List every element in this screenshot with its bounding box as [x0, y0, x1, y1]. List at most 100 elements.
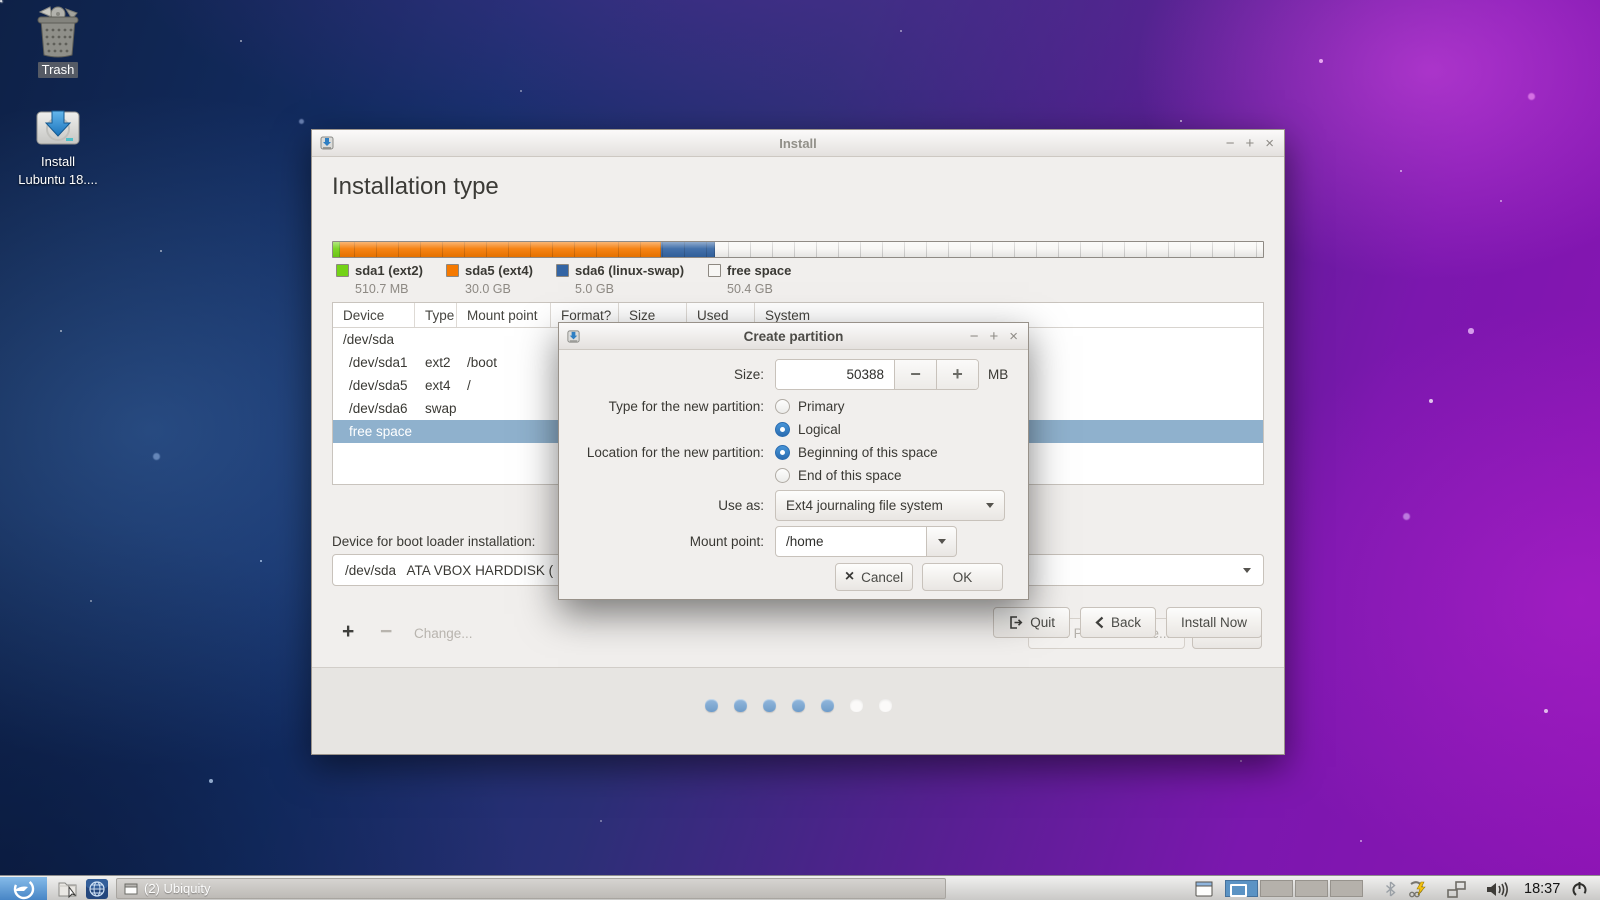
cancel-button[interactable]: × Cancel — [835, 563, 913, 591]
progress-dot — [792, 699, 805, 712]
workspace-pager[interactable] — [1225, 880, 1363, 897]
chevron-down-icon — [938, 539, 946, 544]
bluetooth-tray[interactable] — [1382, 878, 1398, 900]
dialog-close-icon[interactable]: × — [1009, 329, 1018, 344]
legend-sda6-size: 5.0 GB — [575, 282, 614, 296]
stars-layer-2 — [0, 0, 3, 3]
power-icon — [1571, 881, 1588, 898]
partition-bar — [332, 241, 1264, 258]
remove-partition-button[interactable]: − — [380, 620, 392, 644]
dialog-minimize-icon[interactable]: − — [970, 329, 979, 344]
desktop-icon-trash[interactable]: Trash — [10, 5, 106, 79]
size-decrement-button[interactable]: − — [894, 360, 936, 389]
size-increment-button[interactable]: + — [936, 360, 978, 389]
speaker-icon — [1486, 881, 1510, 898]
folder-icon — [57, 879, 79, 899]
chevron-down-icon — [986, 503, 994, 508]
radio-beginning[interactable] — [775, 445, 790, 460]
back-chevron-icon — [1095, 616, 1104, 629]
workspace-2[interactable] — [1260, 880, 1293, 897]
radio-logical[interactable] — [775, 422, 790, 437]
minimize-icon[interactable]: − — [1226, 136, 1235, 151]
change-button[interactable]: Change... — [414, 626, 473, 641]
legend-sda6: sda6 (linux-swap) — [556, 263, 684, 278]
dialog-titlebar[interactable]: Create partition − + × — [559, 323, 1028, 350]
install-drive-icon — [33, 103, 83, 151]
trash-label: Trash — [38, 62, 79, 78]
install-now-button[interactable]: Install Now — [1166, 607, 1262, 638]
taskbar-window-label: (2) Ubiquity — [144, 881, 210, 896]
install-label-line1: Install — [37, 154, 79, 170]
use-as-select[interactable]: Ext4 journaling file system — [775, 490, 1005, 521]
maximize-icon[interactable]: + — [1245, 136, 1254, 151]
window-title: Install — [312, 136, 1284, 151]
bluetooth-icon — [1385, 881, 1396, 897]
volume-tray[interactable] — [1484, 878, 1512, 900]
radio-end-label[interactable]: End of this space — [798, 468, 902, 483]
workspace-4[interactable] — [1330, 880, 1363, 897]
desktop-icon-install[interactable]: Install Lubuntu 18.... — [10, 103, 106, 189]
trash-icon — [32, 5, 84, 59]
location-label: Location for the new partition: — [559, 445, 764, 460]
ok-button[interactable]: OK — [922, 563, 1003, 591]
radio-beginning-label[interactable]: Beginning of this space — [798, 445, 938, 460]
size-unit-label: MB — [988, 367, 1008, 382]
power-manager-tray[interactable] — [1406, 878, 1430, 900]
progress-dot — [734, 699, 747, 712]
radio-end[interactable] — [775, 468, 790, 483]
size-spinbox: 50388 − + — [775, 359, 979, 390]
mount-point-input[interactable]: /home — [775, 526, 927, 557]
file-manager-launcher[interactable] — [55, 878, 81, 900]
lubuntu-logo-icon — [7, 878, 41, 900]
progress-dot — [850, 699, 863, 712]
legend-color-chip — [556, 264, 569, 277]
type-label: Type for the new partition: — [559, 399, 764, 414]
install-label-line2: Lubuntu 18.... — [14, 172, 102, 188]
radio-primary[interactable] — [775, 399, 790, 414]
network-icon — [1447, 881, 1466, 898]
workspace-3[interactable] — [1295, 880, 1328, 897]
window-titlebar[interactable]: Install − + × — [312, 130, 1284, 157]
legend-sda5-size: 30.0 GB — [465, 282, 511, 296]
show-desktop-button[interactable] — [1192, 878, 1216, 900]
dialog-maximize-icon[interactable]: + — [989, 329, 998, 344]
bootloader-label: Device for boot loader installation: — [332, 534, 535, 549]
col-type[interactable]: Type — [415, 303, 457, 327]
use-as-value: Ext4 journaling file system — [786, 498, 943, 513]
size-input[interactable]: 50388 — [776, 360, 894, 389]
workspace-1[interactable] — [1225, 880, 1258, 897]
quit-button[interactable]: Quit — [993, 607, 1070, 638]
progress-dot — [763, 699, 776, 712]
start-menu-button[interactable] — [0, 877, 47, 900]
mount-point-dropdown-button[interactable] — [927, 526, 957, 557]
add-partition-button[interactable]: + — [342, 620, 354, 644]
wizard-footer — [312, 667, 1284, 754]
legend-color-chip — [336, 264, 349, 277]
legend-free-space: free space — [708, 263, 791, 278]
cancel-x-icon: × — [845, 570, 854, 584]
taskbar: (2) Ubiquity — [0, 875, 1600, 900]
bootloader-device-value: /dev/sda ATA VBOX HARDDISK ( — [345, 563, 553, 578]
mount-point-label: Mount point: — [559, 534, 764, 549]
battery-charging-icon — [1408, 880, 1428, 898]
partition-segment-sda5 — [340, 242, 662, 257]
progress-dots — [312, 699, 1284, 712]
radio-primary-label[interactable]: Primary — [798, 399, 845, 414]
taskbar-window-button[interactable]: (2) Ubiquity — [116, 878, 946, 899]
progress-dot — [821, 699, 834, 712]
col-device[interactable]: Device — [333, 303, 415, 327]
close-icon[interactable]: × — [1265, 136, 1274, 151]
col-mount-point[interactable]: Mount point — [457, 303, 551, 327]
web-launcher[interactable] — [84, 878, 110, 900]
radio-logical-label[interactable]: Logical — [798, 422, 841, 437]
partition-segment-free — [715, 242, 1263, 257]
create-partition-dialog: Create partition − + × Size: 50388 − + M… — [558, 322, 1029, 600]
back-button[interactable]: Back — [1080, 607, 1156, 638]
legend-color-chip — [446, 264, 459, 277]
partition-segment-sda6 — [661, 242, 715, 257]
shutdown-button[interactable] — [1566, 878, 1592, 900]
legend-free-space-size: 50.4 GB — [727, 282, 773, 296]
network-tray[interactable] — [1444, 878, 1468, 900]
dialog-title: Create partition — [559, 329, 1028, 344]
taskbar-clock[interactable]: 18:37 — [1524, 876, 1560, 900]
